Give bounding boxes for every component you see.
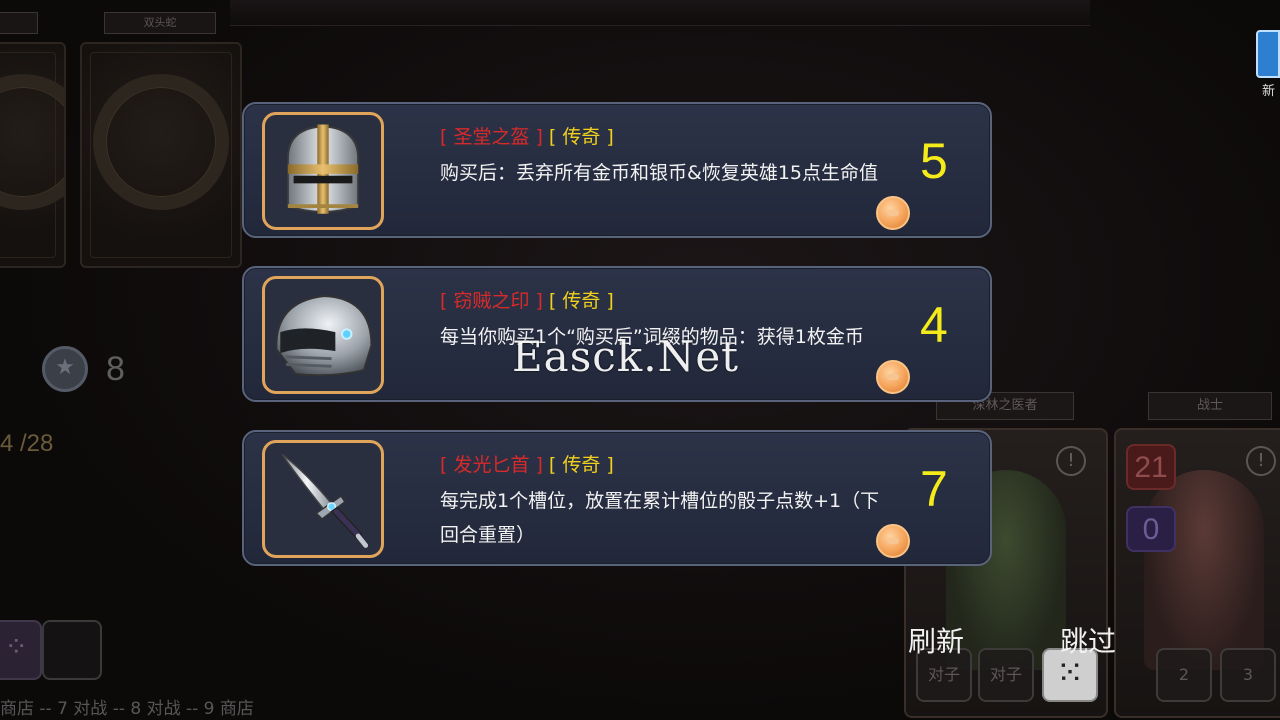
notebook-icon[interactable] — [1256, 30, 1280, 78]
hero-hp: 21 — [1126, 444, 1176, 490]
item-name: [ 圣堂之盔 ] — [440, 126, 543, 148]
hero-slot-3[interactable]: 3 — [1220, 648, 1276, 702]
warrior-portrait — [1144, 470, 1264, 670]
side-label: 新 — [1262, 84, 1276, 99]
round-track: 商店 -- 7 对战 -- 8 对战 -- 9 商店 — [0, 699, 254, 719]
item-price: 5 — [920, 133, 948, 189]
coin-count: 8 — [106, 350, 125, 388]
hero-card-warrior[interactable]: 21 0 ! 2 3 — [1114, 428, 1280, 718]
dagger-icon — [281, 453, 369, 548]
alert-icon[interactable]: ! — [1056, 446, 1086, 476]
skip-button[interactable]: 跳过 — [1060, 620, 1116, 660]
shop-offer-holy-helm[interactable]: [ 圣堂之盔 ][ 传奇 ] 购买后：丢弃所有金币和银币&恢复英雄15点生命值 … — [242, 102, 992, 238]
item-description: 每完成1个槽位，放置在累计槽位的骰子点数+1（下回合重置） — [440, 490, 880, 546]
top-bar — [230, 0, 1090, 26]
coin-icon — [876, 360, 910, 394]
round-progress: 4 /28 — [0, 430, 54, 457]
coin-icon — [876, 524, 910, 558]
deck-label-left — [0, 12, 38, 34]
item-description: 购买后：丢弃所有金币和银币&恢复英雄15点生命值 — [440, 162, 878, 184]
refresh-button[interactable]: 刷新 — [908, 620, 964, 660]
item-rarity: [ 传奇 ] — [548, 126, 614, 148]
item-rarity: [ 传奇 ] — [548, 290, 614, 312]
item-name: [ 发光匕首 ] — [440, 454, 543, 476]
hero-shield: 0 — [1126, 506, 1176, 552]
item-title: [ 圣堂之盔 ][ 传奇 ] — [440, 122, 614, 149]
item-price: 4 — [920, 297, 948, 353]
watermark: Easck.Net — [512, 332, 740, 381]
hero-label-warrior: 战士 — [1148, 392, 1272, 420]
item-rarity: [ 传奇 ] — [548, 454, 614, 476]
deck-label-hydra: 双头蛇 — [104, 12, 216, 34]
shop-offer-glowing-dagger[interactable]: [ 发光匕首 ][ 传奇 ] 每完成1个槽位，放置在累计槽位的骰子点数+1（下回… — [242, 430, 992, 566]
item-title: [ 窃贼之印 ][ 传奇 ] — [440, 286, 614, 313]
coin-icon — [42, 346, 88, 392]
hero-slot-2[interactable]: 2 — [1156, 648, 1212, 702]
item-frame — [262, 276, 384, 394]
deck-card-left[interactable] — [0, 42, 66, 268]
item-frame — [262, 440, 384, 558]
item-name: [ 窃贼之印 ] — [440, 290, 543, 312]
dice-slot-empty[interactable] — [42, 620, 102, 680]
item-frame — [262, 112, 384, 230]
steel-helmet-icon — [275, 295, 373, 377]
item-price: 7 — [920, 461, 948, 517]
knight-helmet-icon — [286, 124, 360, 214]
item-title: [ 发光匕首 ][ 传奇 ] — [440, 450, 614, 477]
coin-icon — [876, 196, 910, 230]
dice-slot-purple[interactable] — [0, 620, 42, 680]
hero-slot-pair-2[interactable]: 对子 — [978, 648, 1034, 702]
alert-icon[interactable]: ! — [1246, 446, 1276, 476]
deck-card-hydra[interactable] — [80, 42, 242, 268]
